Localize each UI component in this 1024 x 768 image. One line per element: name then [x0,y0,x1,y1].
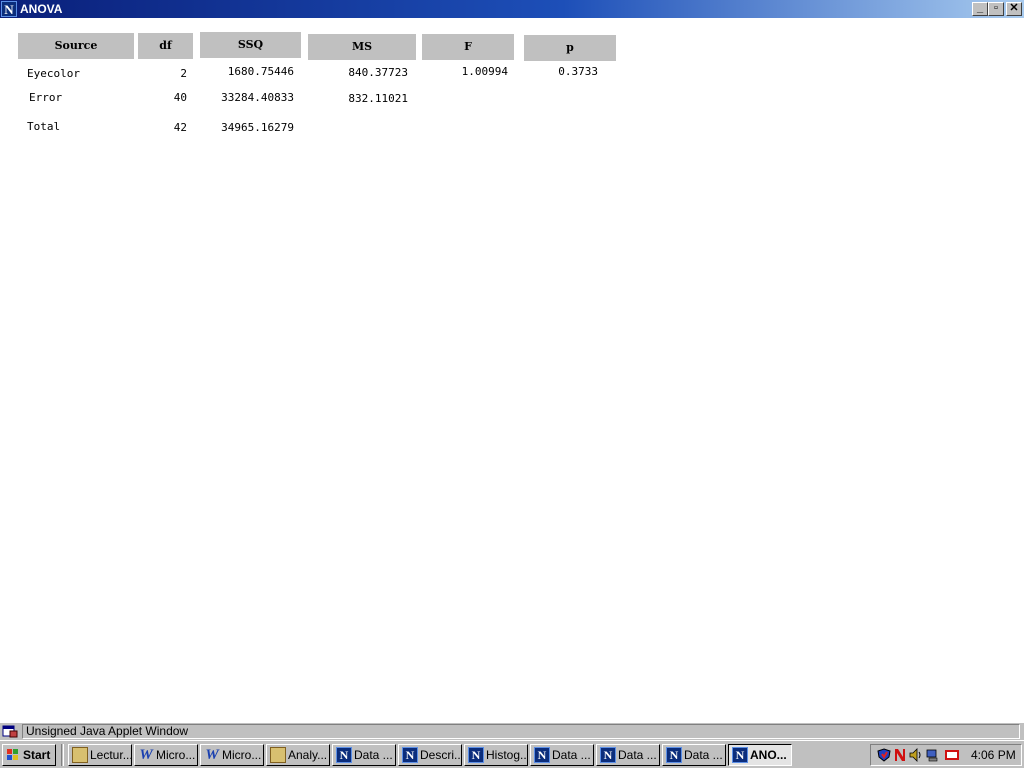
window-title: ANOVA [20,2,63,16]
task-button[interactable]: Analy... [266,744,330,766]
header-df: df [138,33,193,59]
task-button[interactable]: W Micro... [134,744,198,766]
ati-display-icon[interactable] [943,748,961,762]
netscape-icon: N [600,747,616,763]
header-ms: MS [308,34,416,60]
task-label: Data ... [618,748,657,762]
row-eyecolor-f: 1.00994 [461,65,508,78]
netscape-icon: N [732,747,748,763]
task-button[interactable]: N Histog... [464,744,528,766]
java-applet-icon [2,725,18,738]
netscape-icon: N [666,747,682,763]
netscape-icon: N [402,747,418,763]
start-label: Start [23,748,51,762]
task-button[interactable]: N Data ... [662,744,726,766]
row-eyecolor-ssq: 1680.75446 [227,65,294,78]
task-label: ANO... [750,748,787,762]
netscape-icon: N [336,747,352,763]
task-button[interactable]: Lectur... [68,744,132,766]
spider-icon [270,747,286,763]
row-total-ssq: 34965.16279 [221,121,294,134]
task-label: Analy... [288,748,328,762]
task-button[interactable]: N Descri... [398,744,462,766]
header-p: p [524,35,616,61]
task-label: Data ... [684,748,723,762]
task-label: Data ... [552,748,591,762]
task-label: Micro... [222,748,262,762]
applet-status-bar: Unsigned Java Applet Window [0,722,1024,740]
row-eyecolor-ms: 840.37723 [348,66,408,79]
header-f: F [422,34,514,60]
task-label: Histog... [486,748,528,762]
netscape-logo-icon: N [1,1,17,17]
task-label: Data ... [354,748,393,762]
system-tray: 4:06 PM [870,744,1022,766]
task-label: Descri... [420,748,462,762]
netscape-tray-icon[interactable] [893,748,907,762]
netscape-icon: N [534,747,550,763]
task-label: Micro... [156,748,196,762]
task-label: Lectur... [90,748,132,762]
windows-logo-icon [7,749,18,760]
task-button[interactable]: N Data ... [530,744,594,766]
close-button[interactable]: ✕ [1006,2,1022,16]
applet-warning-text: Unsigned Java Applet Window [22,724,1020,739]
row-eyecolor-p: 0.3733 [558,65,598,78]
row-error-ssq: 33284.40833 [221,91,294,104]
shield-icon[interactable] [877,748,891,762]
word-icon: W [205,747,219,763]
row-eyecolor-df: 2 [180,67,187,80]
task-button[interactable]: N Data ... [332,744,396,766]
row-error-ms: 832.11021 [348,92,408,105]
task-button-active[interactable]: N ANO... [728,744,792,766]
taskbar: Start Lectur... W Micro... W Micro... An… [0,740,1024,768]
taskbar-grip[interactable] [61,744,64,766]
row-total-source: Total [27,120,61,133]
row-eyecolor-source: Eyecolor [27,67,80,80]
task-button[interactable]: N Data ... [596,744,660,766]
clock[interactable]: 4:06 PM [971,745,1016,765]
netscape-icon: N [468,747,484,763]
row-error-source: Error [29,91,63,104]
maximize-button[interactable]: ▫ [988,2,1004,16]
volume-icon[interactable] [909,748,923,762]
minimize-button[interactable]: _ [972,2,988,16]
spider-icon [72,747,88,763]
header-source: Source [18,33,134,59]
row-total-df: 42 [173,121,187,134]
title-bar[interactable]: N ANOVA _ ▫ ✕ [0,0,1024,18]
network-icon[interactable] [925,748,939,762]
row-error-df: 40 [173,91,187,104]
start-button[interactable]: Start [2,744,56,766]
header-ssq: SSQ [200,32,301,58]
task-button[interactable]: W Micro... [200,744,264,766]
word-icon: W [139,747,153,763]
